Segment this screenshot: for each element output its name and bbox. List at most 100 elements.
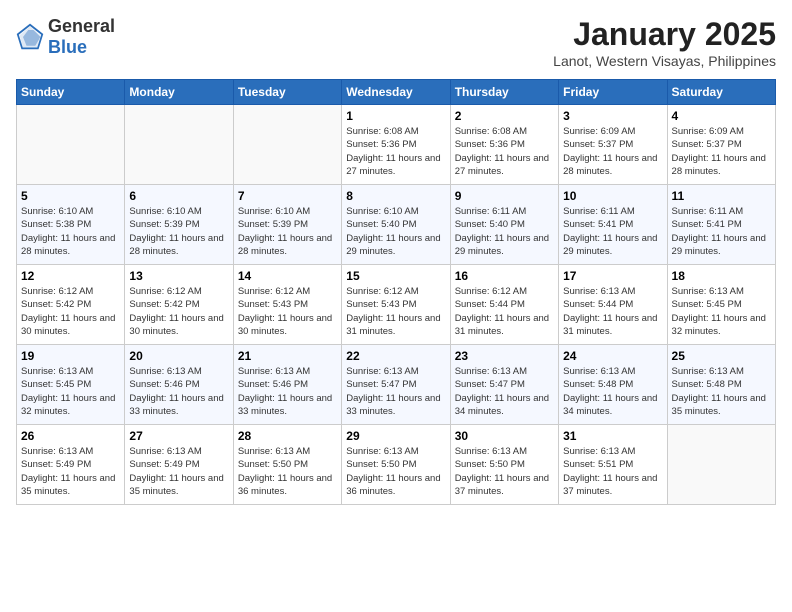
calendar-cell: 15 Sunrise: 6:12 AMSunset: 5:43 PMDayligh…: [342, 265, 450, 345]
day-number: 6: [129, 189, 228, 203]
calendar-cell: 28 Sunrise: 6:13 AMSunset: 5:50 PMDayligh…: [233, 425, 341, 505]
logo: General Blue: [16, 16, 115, 58]
calendar-cell: 6 Sunrise: 6:10 AMSunset: 5:39 PMDaylight…: [125, 185, 233, 265]
day-info: Sunrise: 6:10 AMSunset: 5:39 PMDaylight:…: [238, 205, 337, 258]
weekday-header-tuesday: Tuesday: [233, 80, 341, 105]
calendar-cell: 31 Sunrise: 6:13 AMSunset: 5:51 PMDayligh…: [559, 425, 667, 505]
calendar-cell: 18 Sunrise: 6:13 AMSunset: 5:45 PMDayligh…: [667, 265, 775, 345]
logo-icon: [16, 23, 44, 51]
calendar-cell: 29 Sunrise: 6:13 AMSunset: 5:50 PMDayligh…: [342, 425, 450, 505]
day-info: Sunrise: 6:13 AMSunset: 5:45 PMDaylight:…: [21, 365, 120, 418]
calendar-cell: 8 Sunrise: 6:10 AMSunset: 5:40 PMDaylight…: [342, 185, 450, 265]
calendar-cell: 4 Sunrise: 6:09 AMSunset: 5:37 PMDaylight…: [667, 105, 775, 185]
day-info: Sunrise: 6:13 AMSunset: 5:51 PMDaylight:…: [563, 445, 662, 498]
calendar-cell: 10 Sunrise: 6:11 AMSunset: 5:41 PMDayligh…: [559, 185, 667, 265]
day-number: 24: [563, 349, 662, 363]
calendar-cell: 11Sunrise: 6:11 AMSunset: 5:41 PMDayligh…: [667, 185, 775, 265]
calendar-cell: 2 Sunrise: 6:08 AMSunset: 5:36 PMDaylight…: [450, 105, 558, 185]
calendar-cell: 5Sunrise: 6:10 AMSunset: 5:38 PMDaylight…: [17, 185, 125, 265]
calendar-week-row: 26 Sunrise: 6:13 AMSunset: 5:49 PMDayligh…: [17, 425, 776, 505]
day-number: 21: [238, 349, 337, 363]
day-number: 28: [238, 429, 337, 443]
day-number: 7: [238, 189, 337, 203]
day-number: 17: [563, 269, 662, 283]
page-header: General Blue January 2025 Lanot, Western…: [16, 16, 776, 69]
month-title: January 2025: [553, 16, 776, 53]
day-number: 20: [129, 349, 228, 363]
day-info: Sunrise: 6:13 AMSunset: 5:50 PMDaylight:…: [346, 445, 445, 498]
calendar-week-row: 12Sunrise: 6:12 AMSunset: 5:42 PMDayligh…: [17, 265, 776, 345]
weekday-header-saturday: Saturday: [667, 80, 775, 105]
calendar-cell: 27Sunrise: 6:13 AMSunset: 5:49 PMDayligh…: [125, 425, 233, 505]
weekday-header-friday: Friday: [559, 80, 667, 105]
weekday-header-wednesday: Wednesday: [342, 80, 450, 105]
day-number: 14: [238, 269, 337, 283]
day-info: Sunrise: 6:11 AMSunset: 5:41 PMDaylight:…: [672, 205, 771, 258]
day-number: 15: [346, 269, 445, 283]
day-number: 3: [563, 109, 662, 123]
calendar-cell: 20Sunrise: 6:13 AMSunset: 5:46 PMDayligh…: [125, 345, 233, 425]
calendar-week-row: 5Sunrise: 6:10 AMSunset: 5:38 PMDaylight…: [17, 185, 776, 265]
day-number: 31: [563, 429, 662, 443]
calendar-body: 1 Sunrise: 6:08 AMSunset: 5:36 PMDaylight…: [17, 105, 776, 505]
day-info: Sunrise: 6:13 AMSunset: 5:49 PMDaylight:…: [21, 445, 120, 498]
calendar-header-row: SundayMondayTuesdayWednesdayThursdayFrid…: [17, 80, 776, 105]
day-number: 16: [455, 269, 554, 283]
day-info: Sunrise: 6:10 AMSunset: 5:38 PMDaylight:…: [21, 205, 120, 258]
day-number: 29: [346, 429, 445, 443]
day-info: Sunrise: 6:13 AMSunset: 5:46 PMDaylight:…: [238, 365, 337, 418]
day-info: Sunrise: 6:13 AMSunset: 5:47 PMDaylight:…: [455, 365, 554, 418]
day-number: 26: [21, 429, 120, 443]
day-info: Sunrise: 6:12 AMSunset: 5:44 PMDaylight:…: [455, 285, 554, 338]
day-info: Sunrise: 6:13 AMSunset: 5:50 PMDaylight:…: [238, 445, 337, 498]
day-number: 25: [672, 349, 771, 363]
calendar-week-row: 19 Sunrise: 6:13 AMSunset: 5:45 PMDayligh…: [17, 345, 776, 425]
day-info: Sunrise: 6:08 AMSunset: 5:36 PMDaylight:…: [346, 125, 445, 178]
day-number: 23: [455, 349, 554, 363]
calendar-cell: 25 Sunrise: 6:13 AMSunset: 5:48 PMDayligh…: [667, 345, 775, 425]
day-info: Sunrise: 6:13 AMSunset: 5:47 PMDaylight:…: [346, 365, 445, 418]
calendar-cell: [125, 105, 233, 185]
calendar-cell: 3Sunrise: 6:09 AMSunset: 5:37 PMDaylight…: [559, 105, 667, 185]
weekday-header-monday: Monday: [125, 80, 233, 105]
day-info: Sunrise: 6:12 AMSunset: 5:42 PMDaylight:…: [129, 285, 228, 338]
day-info: Sunrise: 6:13 AMSunset: 5:49 PMDaylight:…: [129, 445, 228, 498]
calendar-cell: 24 Sunrise: 6:13 AMSunset: 5:48 PMDayligh…: [559, 345, 667, 425]
day-number: 4: [672, 109, 771, 123]
day-info: Sunrise: 6:10 AMSunset: 5:39 PMDaylight:…: [129, 205, 228, 258]
day-number: 10: [563, 189, 662, 203]
day-number: 18: [672, 269, 771, 283]
weekday-header-thursday: Thursday: [450, 80, 558, 105]
day-info: Sunrise: 6:10 AMSunset: 5:40 PMDaylight:…: [346, 205, 445, 258]
day-number: 1: [346, 109, 445, 123]
day-info: Sunrise: 6:13 AMSunset: 5:45 PMDaylight:…: [672, 285, 771, 338]
location-title: Lanot, Western Visayas, Philippines: [553, 53, 776, 69]
logo-general: General: [48, 16, 115, 36]
calendar-cell: 12Sunrise: 6:12 AMSunset: 5:42 PMDayligh…: [17, 265, 125, 345]
day-info: Sunrise: 6:11 AMSunset: 5:40 PMDaylight:…: [455, 205, 554, 258]
calendar-cell: 13Sunrise: 6:12 AMSunset: 5:42 PMDayligh…: [125, 265, 233, 345]
calendar-cell: 30Sunrise: 6:13 AMSunset: 5:50 PMDayligh…: [450, 425, 558, 505]
day-number: 30: [455, 429, 554, 443]
day-info: Sunrise: 6:12 AMSunset: 5:43 PMDaylight:…: [346, 285, 445, 338]
day-number: 9: [455, 189, 554, 203]
day-number: 22: [346, 349, 445, 363]
calendar-cell: 14Sunrise: 6:12 AMSunset: 5:43 PMDayligh…: [233, 265, 341, 345]
calendar-cell: 22 Sunrise: 6:13 AMSunset: 5:47 PMDayligh…: [342, 345, 450, 425]
calendar-cell: 21 Sunrise: 6:13 AMSunset: 5:46 PMDayligh…: [233, 345, 341, 425]
title-block: January 2025 Lanot, Western Visayas, Phi…: [553, 16, 776, 69]
calendar-cell: 19 Sunrise: 6:13 AMSunset: 5:45 PMDayligh…: [17, 345, 125, 425]
calendar-cell: [233, 105, 341, 185]
day-info: Sunrise: 6:13 AMSunset: 5:48 PMDaylight:…: [672, 365, 771, 418]
calendar-cell: 1 Sunrise: 6:08 AMSunset: 5:36 PMDaylight…: [342, 105, 450, 185]
calendar-cell: 26 Sunrise: 6:13 AMSunset: 5:49 PMDayligh…: [17, 425, 125, 505]
day-number: 19: [21, 349, 120, 363]
calendar-cell: 7 Sunrise: 6:10 AMSunset: 5:39 PMDaylight…: [233, 185, 341, 265]
day-info: Sunrise: 6:09 AMSunset: 5:37 PMDaylight:…: [672, 125, 771, 178]
day-info: Sunrise: 6:13 AMSunset: 5:48 PMDaylight:…: [563, 365, 662, 418]
day-info: Sunrise: 6:08 AMSunset: 5:36 PMDaylight:…: [455, 125, 554, 178]
day-number: 8: [346, 189, 445, 203]
day-info: Sunrise: 6:11 AMSunset: 5:41 PMDaylight:…: [563, 205, 662, 258]
day-number: 2: [455, 109, 554, 123]
calendar-cell: 23 Sunrise: 6:13 AMSunset: 5:47 PMDayligh…: [450, 345, 558, 425]
